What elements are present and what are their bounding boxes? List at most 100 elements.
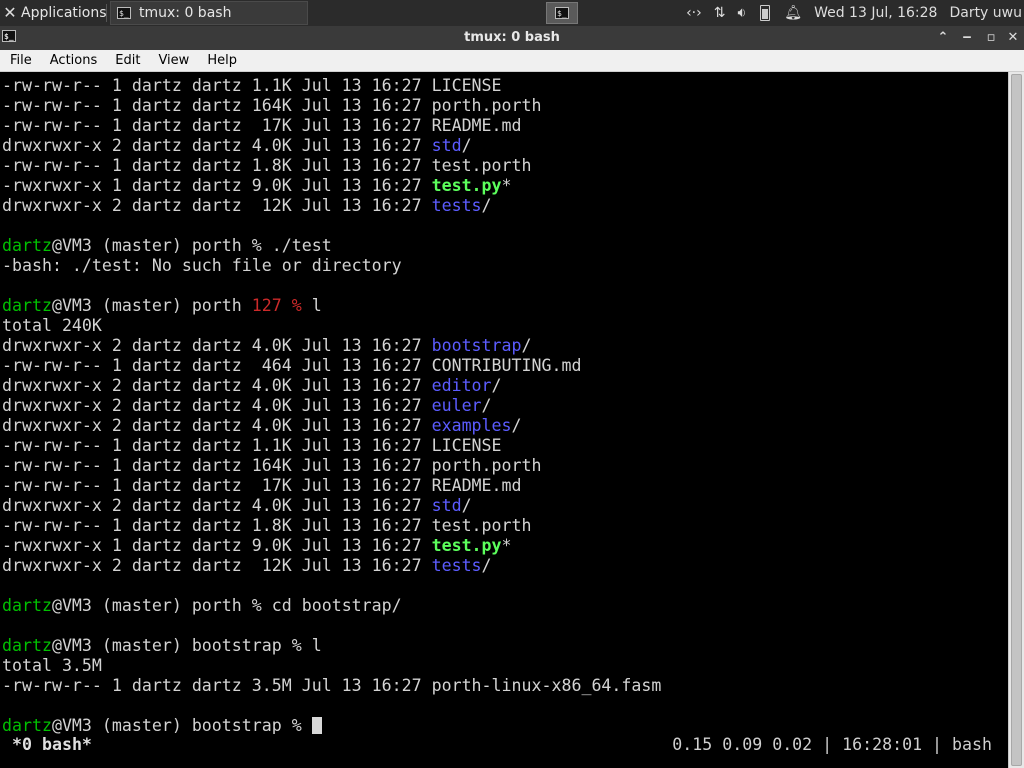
prompt-sign: % bbox=[251, 596, 262, 615]
file-metadata: -rw-rw-r-- 1 dartz dartz 1.1K Jul 13 16:… bbox=[2, 436, 432, 455]
top-panel: ✕ Applications $_ tmux: 0 bash $_ ‹·› ⇅ … bbox=[0, 0, 1024, 26]
file-type-indicator: * bbox=[501, 176, 512, 195]
file-type-indicator: / bbox=[481, 396, 492, 415]
prompt-user: dartz bbox=[2, 636, 52, 655]
command-text: ./test bbox=[261, 236, 332, 255]
file-metadata: -rw-rw-r-- 1 dartz dartz 3.5M Jul 13 16:… bbox=[2, 676, 432, 695]
file-type-indicator: / bbox=[511, 416, 522, 435]
file-name: CONTRIBUTING.md bbox=[431, 356, 582, 375]
file-name: test.py bbox=[431, 536, 502, 555]
prompt-line: dartz@VM3 (master) porth % cd bootstrap/ bbox=[2, 596, 402, 616]
listing-line: -rw-rw-r-- 1 dartz dartz 464 Jul 13 16:2… bbox=[2, 356, 581, 376]
listing-line: -rw-rw-r-- 1 dartz dartz 1.1K Jul 13 16:… bbox=[2, 436, 502, 456]
minimize-icon[interactable]: ⌃ bbox=[934, 29, 952, 47]
file-metadata: drwxrwxr-x 2 dartz dartz 4.0K Jul 13 16:… bbox=[2, 136, 432, 155]
command-text: l bbox=[301, 296, 322, 315]
prompt-sign: % bbox=[291, 716, 302, 735]
listing-line: -rw-rw-r-- 1 dartz dartz 1.8K Jul 13 16:… bbox=[2, 156, 532, 176]
menu-help[interactable]: Help bbox=[197, 53, 245, 68]
menu-actions[interactable]: Actions bbox=[40, 53, 106, 68]
file-name: test.porth bbox=[431, 516, 532, 535]
prompt-user: dartz bbox=[2, 716, 52, 735]
listing-line: -rw-rw-r-- 1 dartz dartz 17K Jul 13 16:2… bbox=[2, 116, 522, 136]
file-name: test.py bbox=[431, 176, 502, 195]
taskbar-button-tmux[interactable]: $_ tmux: 0 bash bbox=[110, 1, 308, 25]
prompt-host-path: @VM3 (master) porth bbox=[51, 236, 252, 255]
file-name: README.md bbox=[431, 116, 522, 135]
clock[interactable]: Wed 13 Jul, 16:28 bbox=[814, 5, 937, 21]
output-line: total 3.5M bbox=[2, 656, 102, 676]
file-metadata: -rw-rw-r-- 1 dartz dartz 1.1K Jul 13 16:… bbox=[2, 76, 432, 95]
menu-view[interactable]: View bbox=[148, 53, 197, 68]
file-metadata: -rwxrwxr-x 1 dartz dartz 9.0K Jul 13 16:… bbox=[2, 176, 432, 195]
file-name: porth.porth bbox=[431, 456, 542, 475]
listing-line: drwxrwxr-x 2 dartz dartz 4.0K Jul 13 16:… bbox=[2, 136, 472, 156]
file-name: LICENSE bbox=[431, 436, 502, 455]
prompt-exit-code: 127 bbox=[251, 296, 292, 315]
listing-line: drwxrwxr-x 2 dartz dartz 4.0K Jul 13 16:… bbox=[2, 416, 522, 436]
tmux-window-tab[interactable]: *0 bash* bbox=[12, 735, 92, 754]
file-type-indicator: * bbox=[501, 536, 512, 555]
prompt-user: dartz bbox=[2, 296, 52, 315]
listing-line: -rw-rw-r-- 1 dartz dartz 17K Jul 13 16:2… bbox=[2, 476, 522, 496]
network-icon[interactable]: ‹·› bbox=[686, 5, 702, 21]
prompt-host-path: @VM3 (master) bootstrap bbox=[51, 716, 292, 735]
applications-menu[interactable]: ✕ Applications bbox=[0, 0, 106, 26]
window-titlebar[interactable]: $_ tmux: 0 bash ⌃ ‒ ▫ ✕ bbox=[0, 26, 1024, 50]
file-metadata: -rw-rw-r-- 1 dartz dartz 1.8K Jul 13 16:… bbox=[2, 516, 432, 535]
directory-name: bootstrap bbox=[431, 336, 522, 355]
directory-name: euler bbox=[431, 396, 482, 415]
output-text: -bash: ./test: No such file or directory bbox=[2, 256, 402, 275]
listing-line: drwxrwxr-x 2 dartz dartz 12K Jul 13 16:2… bbox=[2, 556, 492, 576]
file-metadata: drwxrwxr-x 2 dartz dartz 4.0K Jul 13 16:… bbox=[2, 396, 432, 415]
file-metadata: drwxrwxr-x 2 dartz dartz 4.0K Jul 13 16:… bbox=[2, 496, 432, 515]
prompt-line: dartz@VM3 (master) bootstrap % l bbox=[2, 636, 322, 656]
listing-line: -rw-rw-r-- 1 dartz dartz 1.8K Jul 13 16:… bbox=[2, 516, 532, 536]
file-metadata: -rw-rw-r-- 1 dartz dartz 164K Jul 13 16:… bbox=[2, 456, 432, 475]
file-metadata: drwxrwxr-x 2 dartz dartz 12K Jul 13 16:2… bbox=[2, 556, 432, 575]
prompt-user: dartz bbox=[2, 236, 52, 255]
notification-bell-icon[interactable]: 🔔︎ bbox=[784, 5, 802, 21]
command-text: l bbox=[301, 636, 322, 655]
file-metadata: -rw-rw-r-- 1 dartz dartz 464 Jul 13 16:2… bbox=[2, 356, 432, 375]
output-line: -bash: ./test: No such file or directory bbox=[2, 256, 402, 276]
listing-line: -rw-rw-r-- 1 dartz dartz 164K Jul 13 16:… bbox=[2, 456, 542, 476]
listing-line: drwxrwxr-x 2 dartz dartz 4.0K Jul 13 16:… bbox=[2, 376, 502, 396]
user-menu[interactable]: Darty uwu bbox=[949, 5, 1022, 21]
file-metadata: drwxrwxr-x 2 dartz dartz 4.0K Jul 13 16:… bbox=[2, 416, 432, 435]
panel-separator bbox=[106, 4, 107, 22]
tmux-status-bar: *0 bash* 0.15 0.09 0.02 | 16:28:01 | bas… bbox=[0, 734, 1008, 756]
scrollbar-thumb[interactable] bbox=[1011, 74, 1022, 766]
terminal-scrollbar[interactable] bbox=[1008, 72, 1024, 768]
prompt-host-path: @VM3 (master) bootstrap bbox=[51, 636, 292, 655]
menu-file[interactable]: File bbox=[0, 53, 40, 68]
file-type-indicator: / bbox=[481, 556, 492, 575]
transfer-icon[interactable]: ⇅ bbox=[714, 5, 726, 21]
workspace-terminal-launcher[interactable]: $_ bbox=[546, 2, 578, 24]
prompt-host-path: @VM3 (master) porth bbox=[51, 596, 252, 615]
prompt-sign: % bbox=[251, 236, 262, 255]
battery-icon[interactable] bbox=[760, 5, 771, 21]
maximize-icon[interactable]: ▫ bbox=[982, 29, 1000, 47]
tmux-status-right: 0.15 0.09 0.02 | 16:28:01 | bash bbox=[672, 735, 992, 754]
prompt-user: dartz bbox=[2, 596, 52, 615]
listing-line: -rwxrwxr-x 1 dartz dartz 9.0K Jul 13 16:… bbox=[2, 176, 512, 196]
directory-name: std bbox=[431, 136, 462, 155]
file-metadata: drwxrwxr-x 2 dartz dartz 4.0K Jul 13 16:… bbox=[2, 336, 432, 355]
prompt-sign: % bbox=[291, 636, 302, 655]
file-type-indicator: / bbox=[461, 136, 472, 155]
listing-line: drwxrwxr-x 2 dartz dartz 4.0K Jul 13 16:… bbox=[2, 396, 492, 416]
file-metadata: -rw-rw-r-- 1 dartz dartz 164K Jul 13 16:… bbox=[2, 96, 432, 115]
listing-line: -rw-rw-r-- 1 dartz dartz 1.1K Jul 13 16:… bbox=[2, 76, 502, 96]
command-text: cd bootstrap/ bbox=[261, 596, 402, 615]
file-metadata: drwxrwxr-x 2 dartz dartz 4.0K Jul 13 16:… bbox=[2, 376, 432, 395]
file-metadata: drwxrwxr-x 2 dartz dartz 12K Jul 13 16:2… bbox=[2, 196, 432, 215]
menu-edit[interactable]: Edit bbox=[105, 53, 148, 68]
listing-line: drwxrwxr-x 2 dartz dartz 4.0K Jul 13 16:… bbox=[2, 496, 472, 516]
file-name: porth.porth bbox=[431, 96, 542, 115]
terminal-output[interactable]: -rw-rw-r-- 1 dartz dartz 1.1K Jul 13 16:… bbox=[0, 74, 1008, 768]
close-icon[interactable]: ✕ bbox=[1004, 29, 1022, 47]
restore-icon[interactable]: ‒ bbox=[958, 29, 976, 47]
listing-line: -rwxrwxr-x 1 dartz dartz 9.0K Jul 13 16:… bbox=[2, 536, 512, 556]
volume-icon[interactable]: 🔉︎ bbox=[737, 5, 746, 21]
